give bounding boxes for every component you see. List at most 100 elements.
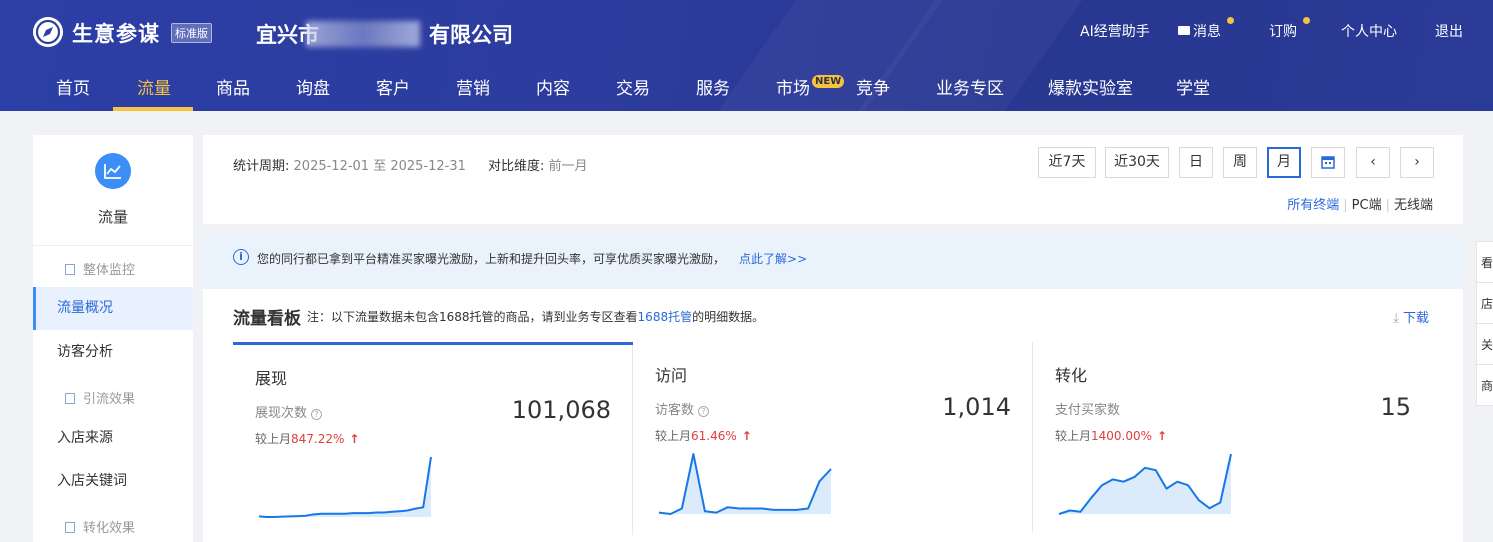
day-button[interactable]: 日 (1179, 147, 1213, 178)
sidebar-item-traffic-overview[interactable]: 流量概况 (33, 287, 193, 330)
traffic-board: 流量看板 注：以下流量数据未包含1688托管的商品，请到业务专区查看1688托管… (203, 289, 1463, 542)
month-button[interactable]: 月 (1267, 147, 1301, 178)
nav-hot-lab[interactable]: 爆款实验室 (1048, 74, 1133, 99)
sidebar-group-overall: 整体监控 (65, 259, 135, 278)
new-badge: NEW (812, 75, 845, 88)
metric-sub-label: 展现次数? (255, 402, 323, 421)
terminal-all[interactable]: 所有终端 (1287, 198, 1339, 213)
help-icon[interactable]: ? (311, 409, 323, 420)
metric-card-conversion[interactable]: 转化 支付买家数 15 较上月1400.00% ↑ (1033, 342, 1433, 533)
float-tab-2[interactable]: 店 (1477, 283, 1493, 324)
brand-name[interactable]: 生意参谋 (72, 18, 160, 48)
top-header: 生意参谋 标准版 宜兴市 有限公司 AI经营助手 消息 订购 个人中心 退出 首页… (0, 0, 1493, 111)
metric-value: 101,068 (511, 396, 611, 424)
next-period-button[interactable]: › (1400, 147, 1434, 178)
metric-value: 15 (1380, 393, 1411, 421)
float-tab-1[interactable]: 看 (1477, 242, 1493, 283)
arrow-up-icon: ↑ (1157, 429, 1168, 443)
nav-competition[interactable]: 竞争 (856, 74, 890, 99)
sparkline-chart (258, 456, 432, 518)
building-icon (65, 264, 75, 275)
sidebar-divider (33, 245, 193, 246)
sparkline-line (258, 456, 432, 518)
nav-traffic[interactable]: 流量 (137, 74, 171, 99)
metric-value: 1,014 (942, 393, 1011, 421)
metric-card-impressions[interactable]: 展现 展现次数? 101,068 较上月847.22% ↑ (233, 342, 633, 535)
metric-compare: 较上月847.22% ↑ (255, 432, 360, 446)
calendar-icon (1321, 156, 1335, 169)
metric-card-visits[interactable]: 访问 访客数? 1,014 较上月61.46% ↑ (633, 342, 1033, 533)
prev-period-button[interactable]: ‹ (1356, 147, 1390, 178)
board-note: 注：以下流量数据未包含1688托管的商品，请到业务专区查看1688托管的明细数据… (307, 310, 765, 324)
nav-customers[interactable]: 客户 (376, 74, 410, 99)
notice-text: 您的同行都已拿到平台精准买家曝光激励，上新和提升回头率，可享优质买家曝光激励，点… (257, 252, 808, 266)
terminal-switch: 所有终端 | PC端 | 无线端 (1287, 198, 1433, 213)
board-title: 流量看板 (233, 309, 301, 329)
nav-market[interactable]: 市场 (776, 74, 810, 99)
learn-more-link[interactable]: 点此了解>> (739, 252, 807, 266)
sidebar-title: 流量 (97, 208, 128, 226)
metric-compare: 较上月61.46% ↑ (655, 429, 752, 443)
nav-service[interactable]: 服务 (696, 74, 730, 99)
period-value: 2025-12-01 至 2025-12-31 (293, 159, 466, 174)
compass-logo-icon[interactable] (33, 17, 63, 47)
float-tab-4[interactable]: 商 (1477, 365, 1493, 406)
float-tab-3[interactable]: 关 (1477, 324, 1493, 365)
info-icon: i (233, 249, 249, 265)
period-filter: 统计周期: 2025-12-01 至 2025-12-31 (233, 159, 466, 174)
terminal-mobile[interactable]: 无线端 (1394, 198, 1433, 213)
floating-side-tabs: 看 店 关 商 (1476, 241, 1493, 406)
last-7-days-button[interactable]: 近7天 (1038, 147, 1096, 178)
sidebar-item-store-keywords[interactable]: 入店关键词 (33, 460, 193, 503)
nav-home[interactable]: 首页 (56, 74, 90, 99)
nav-products[interactable]: 商品 (216, 74, 250, 99)
line-chart-icon (95, 153, 131, 189)
download-button[interactable]: ⤓ 下载 (1393, 307, 1429, 326)
compare-filter: 对比维度: 前一月 (488, 159, 588, 174)
sparkline-area (659, 454, 831, 514)
week-button[interactable]: 周 (1223, 147, 1257, 178)
edition-badge: 标准版 (171, 23, 212, 43)
nav-business-zone[interactable]: 业务专区 (936, 74, 1004, 99)
sidebar-item-visitor-analysis[interactable]: 访客分析 (33, 331, 193, 374)
sparkline-area (259, 457, 431, 517)
calendar-button[interactable] (1311, 147, 1345, 178)
notification-dot (1227, 17, 1234, 24)
building-icon (65, 522, 75, 533)
personal-center-link[interactable]: 个人中心 (1341, 21, 1397, 41)
redacted-company-name (306, 21, 420, 47)
arrow-up-icon: ↑ (741, 429, 752, 443)
nav-academy[interactable]: 学堂 (1176, 74, 1210, 99)
logout-link[interactable]: 退出 (1435, 21, 1463, 41)
metric-name: 展现 (255, 369, 288, 388)
metric-name: 转化 (1055, 366, 1088, 385)
nav-inquiry[interactable]: 询盘 (296, 74, 330, 99)
subscribe-link[interactable]: 订购 (1269, 17, 1310, 41)
sidebar-group-conversion: 转化效果 (65, 517, 135, 536)
metric-sub-label: 访客数? (655, 399, 710, 418)
mail-icon (1178, 26, 1190, 35)
help-icon[interactable]: ? (698, 406, 710, 417)
sparkline-chart (658, 453, 832, 515)
nav-trade[interactable]: 交易 (616, 74, 650, 99)
sidebar: 流量 整体监控 流量概况 访客分析 引流效果 入店来源 入店关键词 转化效果 (33, 135, 193, 542)
chevron-right-icon: › (1414, 154, 1420, 170)
sparkline-chart (1058, 453, 1232, 515)
metric-sub-label: 支付买家数 (1055, 403, 1121, 418)
arrow-up-icon: ↑ (349, 432, 360, 446)
metric-name: 访问 (655, 366, 688, 385)
compare-value[interactable]: 前一月 (549, 159, 588, 174)
nav-marketing[interactable]: 营销 (456, 74, 490, 99)
metric-compare: 较上月1400.00% ↑ (1055, 429, 1168, 443)
notice-bar: i 您的同行都已拿到平台精准买家曝光激励，上新和提升回头率，可享优质买家曝光激励… (203, 236, 1463, 286)
last-30-days-button[interactable]: 近30天 (1105, 147, 1169, 178)
terminal-pc[interactable]: PC端 (1352, 198, 1382, 213)
sidebar-item-store-source[interactable]: 入店来源 (33, 417, 193, 460)
active-nav-underline (113, 107, 193, 111)
ai-assistant-link[interactable]: AI经营助手 (1080, 21, 1150, 41)
nav-content[interactable]: 内容 (536, 74, 570, 99)
download-icon: ⤓ (1393, 311, 1399, 326)
messages-link[interactable]: 消息 (1178, 17, 1234, 41)
sidebar-group-traffic-effect: 引流效果 (65, 388, 135, 407)
chevron-left-icon: ‹ (1370, 154, 1376, 170)
